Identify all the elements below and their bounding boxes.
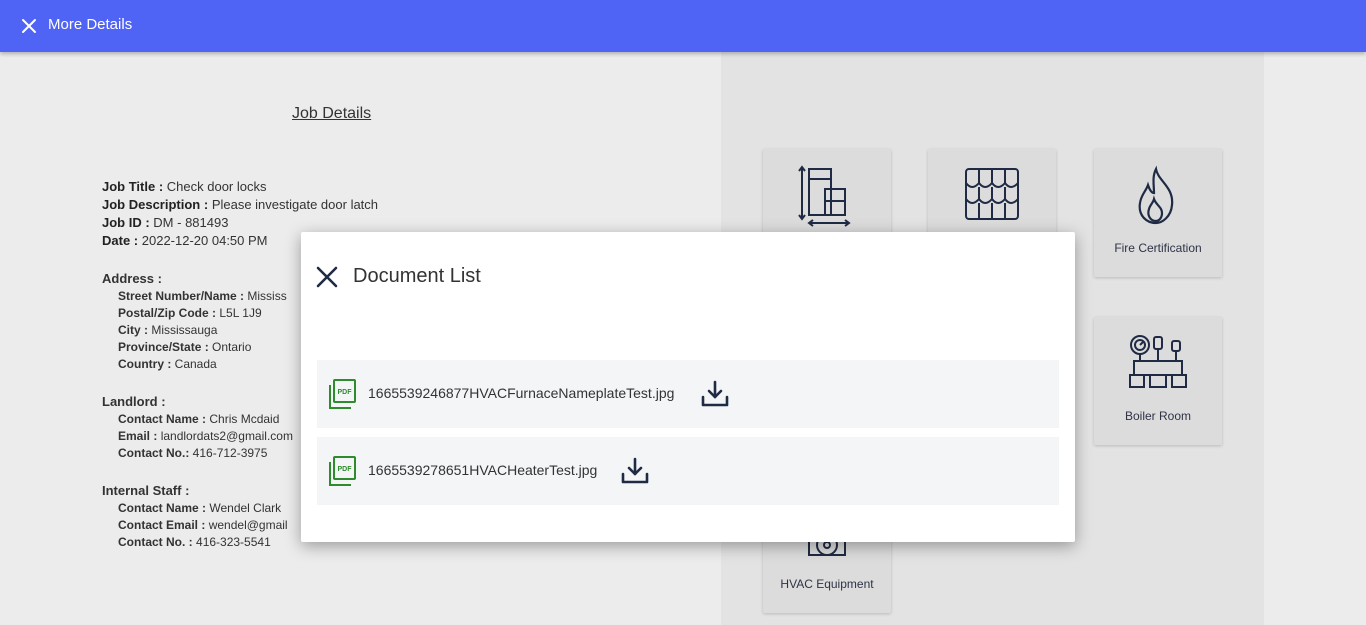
landlord-email-value: landlordats2@gmail.com bbox=[160, 429, 293, 443]
landlord-phone-label: Contact No.: bbox=[118, 446, 190, 460]
tile-fire-certification[interactable]: Fire Certification bbox=[1094, 149, 1222, 277]
country-value: Canada bbox=[174, 357, 217, 371]
staff-email-label: Contact Email : bbox=[118, 518, 206, 532]
tile-label: HVAC Equipment bbox=[780, 577, 874, 591]
document-list-dialog: Document List PDF 1665539246877HVACFurna… bbox=[301, 232, 1075, 542]
landlord-name-value: Chris Mcdaid bbox=[209, 412, 280, 426]
download-icon[interactable] bbox=[620, 456, 650, 486]
staff-phone-value: 416-323-5541 bbox=[196, 535, 271, 549]
staff-name-value: Wendel Clark bbox=[209, 501, 282, 515]
job-description-label: Job Description : bbox=[102, 197, 209, 212]
province-value: Ontario bbox=[212, 340, 252, 354]
landlord-name-label: Contact Name : bbox=[118, 412, 207, 426]
svg-text:PDF: PDF bbox=[338, 466, 353, 473]
job-id-label: Job ID : bbox=[102, 215, 150, 230]
job-description-value: Please investigate door latch bbox=[211, 197, 379, 212]
job-title-value: Check door locks bbox=[166, 179, 267, 194]
staff-name-label: Contact Name : bbox=[118, 501, 207, 515]
boiler-icon bbox=[1129, 335, 1187, 388]
pdf-icon: PDF bbox=[329, 456, 356, 486]
document-name[interactable]: 1665539246877HVACFurnaceNameplateTest.jp… bbox=[368, 385, 674, 401]
job-date-label: Date : bbox=[102, 233, 139, 248]
city-value: Mississauga bbox=[151, 323, 218, 337]
window-door-icon bbox=[798, 165, 851, 227]
document-row: PDF 1665539278651HVACHeaterTest.jpg bbox=[317, 437, 1059, 505]
tile-label: Boiler Room bbox=[1124, 409, 1192, 423]
street-value: Mississ bbox=[247, 289, 287, 303]
job-title-label: Job Title : bbox=[102, 179, 164, 194]
top-app-bar: More Details bbox=[0, 0, 1366, 52]
pdf-icon: PDF bbox=[329, 379, 356, 409]
document-name[interactable]: 1665539278651HVACHeaterTest.jpg bbox=[368, 462, 597, 478]
tile-label: Fire Certification bbox=[1114, 241, 1202, 255]
close-icon[interactable] bbox=[315, 265, 339, 289]
postal-value: L5L 1J9 bbox=[219, 306, 262, 320]
svg-text:PDF: PDF bbox=[338, 389, 353, 396]
close-icon[interactable] bbox=[20, 17, 38, 35]
document-row: PDF 1665539246877HVACFurnaceNameplateTes… bbox=[317, 360, 1059, 428]
fire-icon bbox=[1138, 165, 1174, 225]
page-title: More Details bbox=[48, 16, 133, 33]
tile-boiler-room[interactable]: Boiler Room bbox=[1094, 317, 1222, 445]
download-icon[interactable] bbox=[700, 379, 730, 409]
staff-email-value: wendel@gmail bbox=[208, 518, 288, 532]
job-date-value: 2022-12-20 04:50 PM bbox=[141, 233, 268, 248]
landlord-email-label: Email : bbox=[118, 429, 158, 443]
job-details-heading: Job Details bbox=[292, 105, 372, 122]
postal-label: Postal/Zip Code : bbox=[118, 306, 217, 320]
dialog-title: Document List bbox=[353, 265, 481, 287]
job-id-value: DM - 881493 bbox=[153, 215, 229, 230]
street-label: Street Number/Name : bbox=[118, 289, 245, 303]
city-label: City : bbox=[118, 323, 148, 337]
staff-phone-label: Contact No. : bbox=[118, 535, 193, 549]
roof-shingles-icon bbox=[965, 168, 1019, 220]
country-label: Country : bbox=[118, 357, 172, 371]
province-label: Province/State : bbox=[118, 340, 209, 354]
landlord-phone-value: 416-712-3975 bbox=[192, 446, 268, 460]
